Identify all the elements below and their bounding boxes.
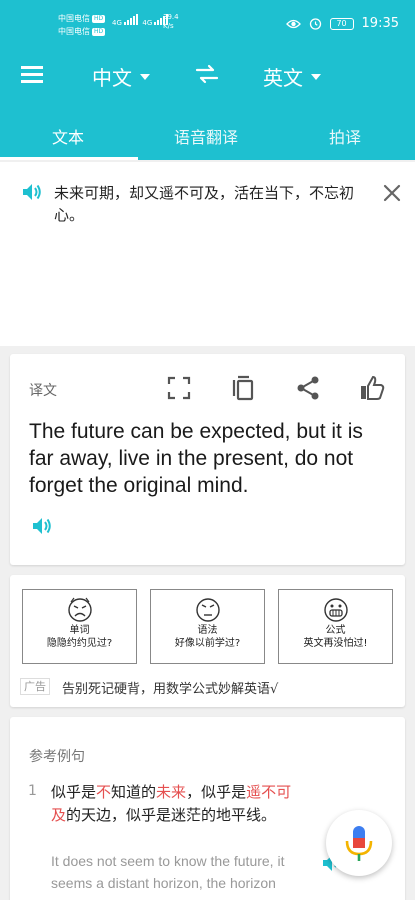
tab-bar: 文本 语音翻译 拍译	[0, 116, 415, 160]
ad-tile-title: 语法	[197, 625, 218, 636]
source-language-selector[interactable]: 中文	[92, 62, 150, 91]
status-right: 70 19:35	[285, 16, 399, 31]
grinning-face-icon	[323, 598, 348, 622]
swap-languages-icon[interactable]	[195, 64, 219, 84]
example-text-part: 知道的	[111, 783, 157, 801]
chevron-down-icon	[140, 73, 150, 80]
speaker-icon[interactable]	[20, 181, 42, 203]
network-type-1: 4G	[112, 19, 122, 27]
angry-face-icon	[195, 598, 220, 622]
carrier-2: 中国电信	[58, 27, 90, 36]
microphone-icon	[345, 826, 373, 861]
worried-face-icon	[67, 597, 92, 622]
close-icon[interactable]	[383, 184, 401, 202]
ad-badge: 广告	[20, 678, 50, 695]
share-icon[interactable]	[294, 374, 322, 402]
copy-icon[interactable]	[229, 374, 257, 402]
ad-tile-subtitle: 英文再没怕过!	[303, 638, 368, 649]
battery-icon: 70	[329, 17, 354, 30]
result-label: 译文	[29, 383, 57, 399]
clock: 19:35	[361, 16, 399, 31]
menu-icon[interactable]	[21, 66, 43, 83]
tab-text[interactable]: 文本	[52, 124, 84, 148]
source-text[interactable]: 未来可期，却又遥不可及，活在当下，不忘初心。	[54, 182, 374, 226]
ad-text[interactable]: 告别死记硬背，用数学公式妙解英语√	[62, 678, 278, 697]
tab-indicator	[0, 157, 138, 160]
eye-icon	[285, 19, 301, 28]
example-text-part: ，似乎是	[186, 783, 247, 801]
example-english: It does not seem to know the future, it …	[51, 853, 285, 900]
translation-result-card: 译文 The future can be expected, but it is…	[10, 354, 405, 565]
speed-unit: K/s	[163, 22, 174, 30]
example-text-part: 的天边，似乎是迷茫的地平线。	[66, 806, 277, 824]
hd-badge: HD	[92, 15, 106, 23]
carrier-1: 中国电信	[58, 14, 90, 23]
example-text-part: 似乎是	[51, 783, 97, 801]
target-language-label: 英文	[263, 66, 303, 90]
ad-tile-formula[interactable]: 公式 英文再没怕过!	[278, 589, 393, 664]
example-number: 1	[28, 783, 37, 799]
alarm-icon	[309, 18, 321, 30]
voice-input-button[interactable]	[326, 810, 392, 876]
carrier-info: 中国电信 HD 中国电信 HD	[58, 12, 106, 38]
tab-voice-translation[interactable]: 语音翻译	[174, 124, 238, 148]
translation-text: The future can be expected, but it is fa…	[29, 420, 363, 497]
ad-card[interactable]: 单词 隐隐约约见过? 语法 好像以前学过? 公式 英文再没怕过! 广告 告别死记…	[10, 575, 405, 707]
ad-tile-words[interactable]: 单词 隐隐约约见过?	[22, 589, 137, 664]
ad-tile-subtitle: 隐隐约约见过?	[46, 638, 113, 649]
network-speed: 39.4 K/s	[163, 13, 179, 31]
tab-photo-translation[interactable]: 拍译	[329, 124, 361, 148]
example-chinese: 似乎是不知道的未来，似乎是遥不可及的天边，似乎是迷茫的地平线。	[51, 781, 306, 827]
signal-icon	[124, 14, 140, 25]
source-input-panel[interactable]: 未来可期，却又遥不可及，活在当下，不忘初心。	[0, 162, 415, 346]
example-highlight: 未来	[156, 783, 187, 801]
fullscreen-icon[interactable]	[165, 374, 193, 402]
target-language-selector[interactable]: 英文	[263, 62, 321, 91]
thumbs-up-icon[interactable]	[358, 374, 386, 402]
example-highlight: 不	[96, 783, 112, 801]
hd-badge: HD	[92, 28, 106, 36]
chevron-down-icon	[311, 73, 321, 80]
ad-tile-title: 公式	[325, 625, 346, 636]
app-bar: 中文 英文 文本 语音翻译 拍译	[0, 50, 415, 160]
ad-tile-title: 单词	[69, 625, 90, 636]
ad-tile-subtitle: 好像以前学过?	[174, 638, 241, 649]
signal-icons: 4G 4G	[112, 14, 170, 27]
ad-tile-grammar[interactable]: 语法 好像以前学过?	[150, 589, 265, 664]
source-language-label: 中文	[92, 66, 132, 90]
status-bar: 中国电信 HD 中国电信 HD 4G 4G 39.4 K/s 70 19:35	[0, 0, 415, 50]
speaker-icon[interactable]	[30, 515, 52, 537]
examples-title: 参考例句	[29, 749, 85, 765]
network-type-2: 4G	[142, 19, 153, 27]
speed-value: 39.4	[163, 13, 179, 21]
